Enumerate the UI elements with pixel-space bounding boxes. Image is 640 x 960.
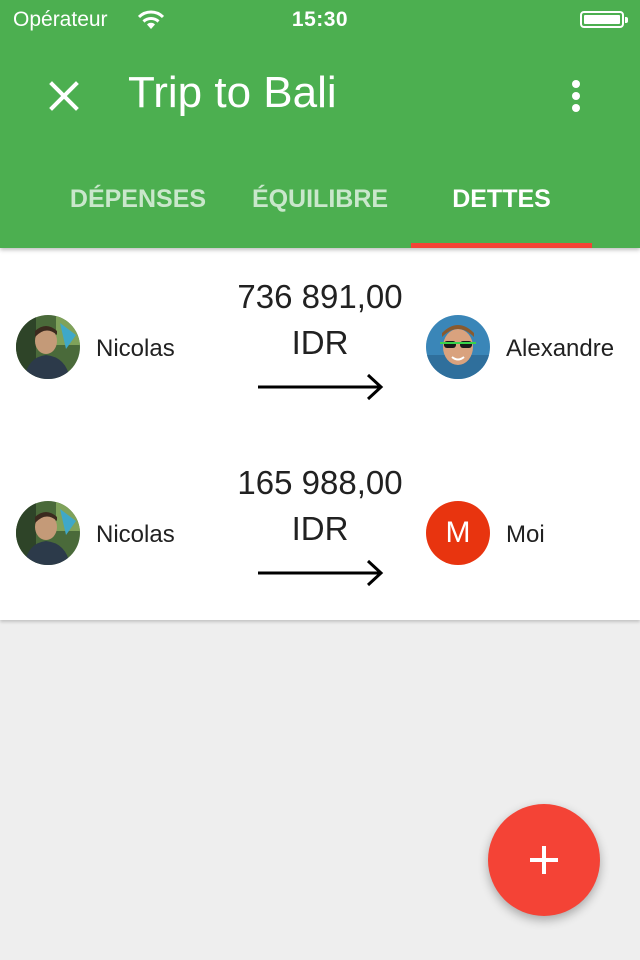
tab-depenses[interactable]: DÉPENSES (48, 168, 228, 248)
debtor-name: Nicolas (96, 335, 175, 362)
avatar-alexandre (426, 315, 490, 379)
list-item[interactable]: Nicolas 165 988,00 IDR M Moi (0, 434, 640, 620)
arrow-right-icon (258, 373, 384, 401)
arrow-right-icon (258, 559, 384, 587)
debt-currency: IDR (291, 324, 349, 361)
avatar-nicolas (16, 501, 80, 565)
battery-full-icon (580, 11, 628, 28)
app-bar: Opérateur 15:30 Trip to Bali DÉPENSES ÉQ… (0, 0, 640, 248)
close-icon (49, 81, 79, 111)
list-item[interactable]: Nicolas 736 891,00 IDR Alexandre (0, 248, 640, 434)
status-time: 15:30 (291, 8, 349, 31)
creditor-name: Alexandre (506, 335, 615, 362)
creditor-name: Moi (506, 521, 545, 548)
debt-currency: IDR (291, 510, 349, 547)
tab-bar: DÉPENSES ÉQUILIBRE DETTES (0, 168, 640, 248)
add-expense-button[interactable] (488, 804, 600, 916)
debts-list: Nicolas 736 891,00 IDR Alexandre Nicolas… (0, 248, 640, 620)
debt-amount: 165 988,00 (237, 464, 403, 501)
more-options-button[interactable] (552, 72, 600, 120)
status-bar: Opérateur 15:30 (0, 0, 640, 40)
debtor-name: Nicolas (96, 521, 175, 548)
tab-equilibre[interactable]: ÉQUILIBRE (230, 168, 410, 248)
page-title: Trip to Bali (128, 68, 337, 117)
tab-indicator (411, 243, 592, 248)
avatar-nicolas (16, 315, 80, 379)
tab-dettes[interactable]: DETTES (411, 168, 592, 248)
avatar-moi: M (426, 501, 490, 565)
close-button[interactable] (40, 72, 88, 120)
debt-amount: 736 891,00 (237, 278, 403, 315)
